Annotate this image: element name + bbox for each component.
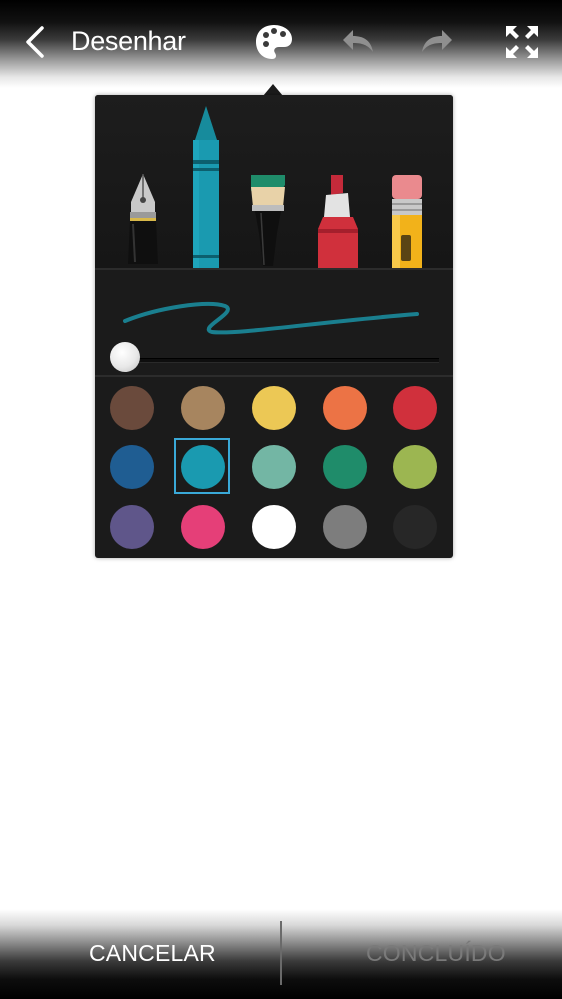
selected-color-frame [174, 438, 230, 494]
eraser-icon[interactable] [389, 173, 425, 268]
done-button[interactable]: CONCLUÍDO [366, 940, 506, 967]
tool-selector [95, 95, 453, 270]
fountain-pen-icon[interactable] [123, 172, 163, 268]
color-swatch[interactable] [323, 445, 367, 489]
marker-icon[interactable] [315, 173, 361, 268]
crayon-icon[interactable] [187, 105, 225, 268]
stroke-preview [123, 302, 419, 335]
paintbrush-icon[interactable] [247, 173, 289, 268]
back-arrow-icon[interactable] [18, 24, 54, 60]
palette-icon[interactable] [254, 22, 294, 62]
drawing-tools-popup [95, 95, 453, 558]
color-swatch[interactable] [393, 386, 437, 430]
color-swatch[interactable] [110, 386, 154, 430]
brush-size-thumb[interactable] [110, 342, 140, 372]
fullscreen-icon[interactable] [502, 22, 542, 62]
color-swatch[interactable] [393, 505, 437, 549]
color-swatch[interactable] [252, 445, 296, 489]
color-swatch[interactable] [323, 505, 367, 549]
color-swatch[interactable] [110, 505, 154, 549]
brush-size-slider[interactable] [123, 358, 439, 363]
color-swatch[interactable] [323, 386, 367, 430]
cancel-button[interactable]: CANCELAR [89, 940, 216, 967]
undo-icon[interactable] [337, 22, 377, 62]
color-swatch[interactable] [181, 505, 225, 549]
color-swatch[interactable] [252, 386, 296, 430]
button-divider [280, 921, 282, 985]
color-swatch[interactable] [110, 445, 154, 489]
page-title: Desenhar [71, 26, 186, 56]
redo-icon[interactable] [418, 22, 458, 62]
action-bar: Desenhar [0, 0, 562, 88]
color-swatch[interactable] [252, 505, 296, 549]
color-swatch[interactable] [393, 445, 437, 489]
bottom-bar: CANCELAR CONCLUÍDO [0, 909, 562, 999]
color-swatch[interactable] [181, 386, 225, 430]
